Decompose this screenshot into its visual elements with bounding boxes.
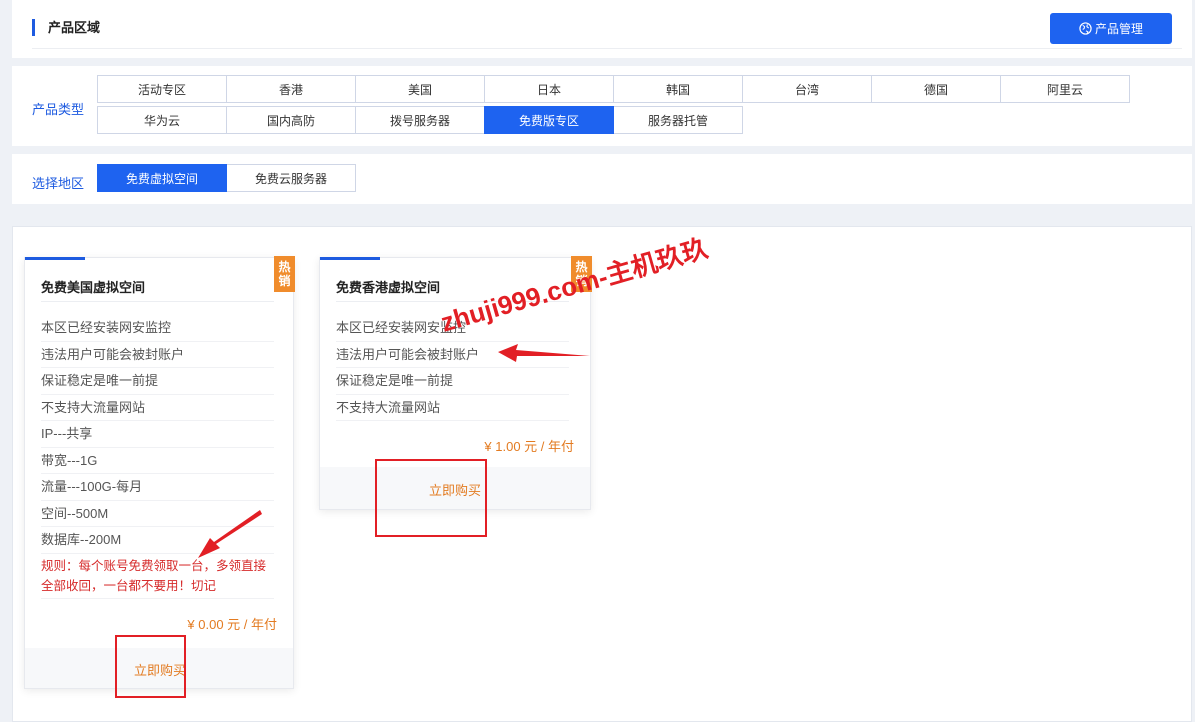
divider [32, 48, 1182, 49]
product-type-tab[interactable]: 美国 [355, 75, 485, 103]
price: ¥ 0.00 元 / 年付 [187, 617, 277, 632]
price: ¥ 1.00 元 / 年付 [484, 439, 574, 454]
feature-item: 流量---100G-每月 [41, 474, 274, 501]
region-label: 选择地区 [32, 176, 85, 191]
feature-item: 不支持大流量网站 [336, 395, 569, 421]
feature-item: 保证稳定是唯一前提 [336, 368, 569, 395]
card-accent-bar [320, 257, 380, 260]
feature-item: 空间--500M [41, 501, 274, 527]
product-type-tab[interactable]: 国内高防 [226, 106, 356, 134]
hot-badge-label: 热销 [278, 260, 291, 288]
feature-item: 数据库--200M [41, 527, 274, 554]
region-panel: 选择地区 免费虚拟空间 免费云服务器 [12, 154, 1192, 204]
products-panel: 热销 免费美国虚拟空间 本区已经安装网安监控 违法用户可能会被封账户 保证稳定是唯一… [12, 226, 1192, 722]
buy-now-button[interactable]: 立即购买 [429, 480, 481, 499]
product-type-tab[interactable]: 活动专区 [97, 75, 227, 103]
hot-badge: 热销 [274, 256, 295, 292]
tab-row: 华为云 国内高防 拨号服务器 免费版专区 服务器托管 [97, 106, 1129, 134]
rule-block: 规则：每个账号免费领取一台，多领直接全部收回，一台都不要用！切记 [41, 553, 274, 599]
product-type-tab[interactable]: 免费版专区 [484, 106, 614, 134]
buy-area: 立即购买 [320, 467, 590, 509]
rule-text: 规则：每个账号免费领取一台，多领直接全部收回，一台都不要用！切记 [41, 553, 274, 599]
product-manage-button[interactable]: 产品管理 [1050, 13, 1172, 44]
product-type-tab[interactable]: 香港 [226, 75, 356, 103]
product-type-tab[interactable]: 韩国 [613, 75, 743, 103]
feature-item: IP---共享 [41, 421, 274, 448]
product-card: 热销 免费美国虚拟空间 本区已经安装网安监控 违法用户可能会被封账户 保证稳定是唯一… [24, 256, 295, 689]
feature-item: 本区已经安装网安监控 [41, 315, 274, 342]
card-title: 免费香港虚拟空间 [336, 280, 441, 295]
product-type-tabs: 活动专区 香港 美国 日本 韩国 台湾 德国 阿里云 华为云 国内高防 拨号服务器 免费版专区 服务器… [97, 75, 1130, 134]
product-type-label: 产品类型 [32, 102, 85, 117]
tab-row: 活动专区 香港 美国 日本 韩国 台湾 德国 阿里云 [97, 75, 1130, 103]
region-tab[interactable]: 免费云服务器 [226, 164, 356, 192]
region-tab[interactable]: 免费虚拟空间 [97, 164, 227, 192]
buy-area: 立即购买 [25, 648, 293, 688]
feature-item: 违法用户可能会被封账户 [41, 342, 274, 368]
product-manage-label: 产品管理 [1094, 22, 1143, 36]
product-type-tab[interactable]: 服务器托管 [613, 106, 743, 134]
section-title: 产品区域 [48, 20, 101, 35]
region-tabs: 免费虚拟空间 免费云服务器 [97, 164, 356, 192]
card-accent-bar [25, 257, 85, 260]
section-accent-bar [32, 19, 35, 36]
product-type-tab[interactable]: 日本 [484, 75, 614, 103]
globe-icon [1079, 22, 1092, 35]
feature-item: 带宽---1G [41, 448, 274, 474]
feature-item: 违法用户可能会被封账户 [336, 342, 569, 368]
feature-item: 不支持大流量网站 [41, 395, 274, 421]
product-type-tab[interactable]: 台湾 [742, 75, 872, 103]
product-type-tab[interactable]: 阿里云 [1000, 75, 1130, 103]
feature-list: 本区已经安装网安监控 违法用户可能会被封账户 保证稳定是唯一前提 不支持大流量网站 IP… [41, 315, 274, 554]
header-panel: 产品区域 产品管理 [12, 0, 1192, 58]
buy-now-button[interactable]: 立即购买 [134, 660, 186, 679]
product-type-tab[interactable]: 德国 [871, 75, 1001, 103]
card-title: 免费美国虚拟空间 [41, 280, 146, 295]
divider [41, 301, 274, 302]
feature-item: 保证稳定是唯一前提 [41, 368, 274, 395]
product-type-tab[interactable]: 华为云 [97, 106, 227, 134]
product-type-panel: 产品类型 活动专区 香港 美国 日本 韩国 台湾 德国 阿里云 华为云 国内高防 拨号服务器 免费版… [12, 66, 1192, 146]
product-type-tab[interactable]: 拨号服务器 [355, 106, 485, 134]
